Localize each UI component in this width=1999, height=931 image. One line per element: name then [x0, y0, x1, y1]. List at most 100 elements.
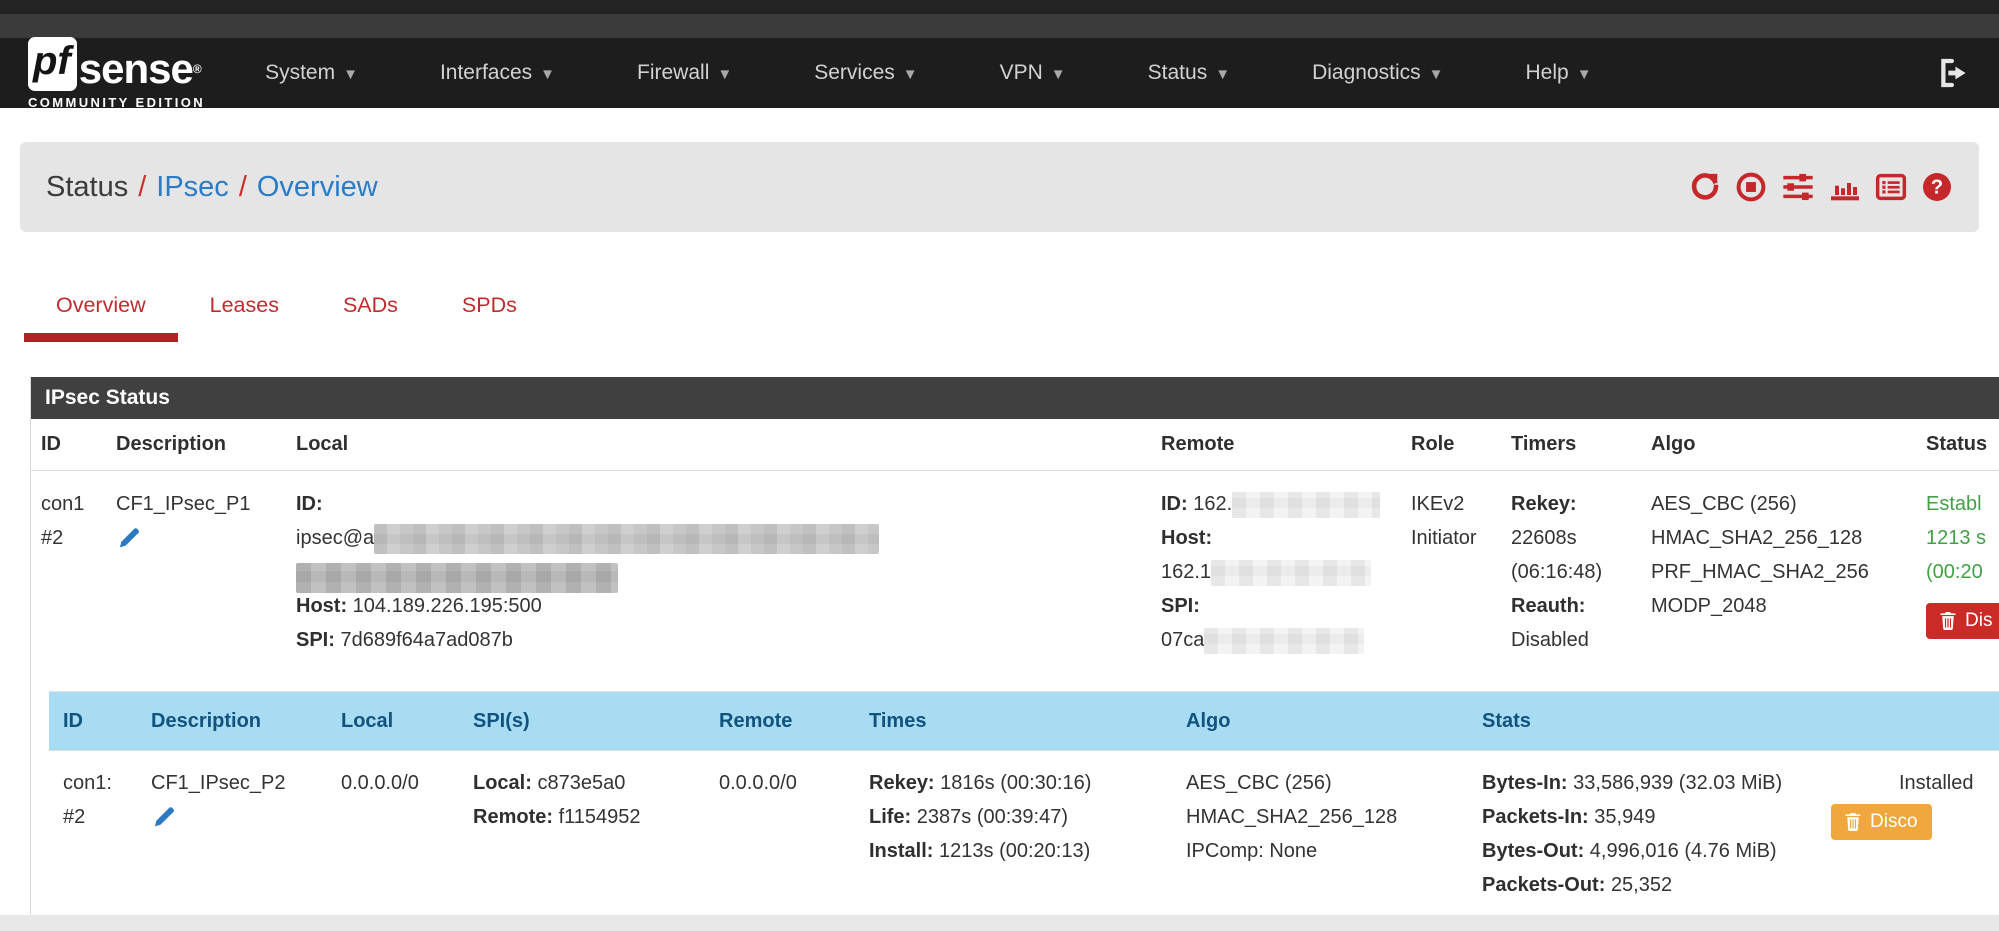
ike-sa-table: ID Description Local Remote Role Timers …: [31, 419, 1999, 920]
chevron-down-icon: ▼: [1051, 66, 1066, 83]
col-remote: Remote: [705, 692, 855, 751]
col-local: Local: [286, 419, 1151, 471]
table-header-row: ID Description Local Remote Role Timers …: [31, 419, 1999, 471]
window-title-strip: [0, 14, 1999, 38]
redacted-text: [1211, 560, 1371, 586]
ike-algo-cell: AES_CBC (256) HMAC_SHA2_256_128 PRF_HMAC…: [1641, 471, 1916, 680]
ike-description-cell: CF1_IPsec_P1: [106, 471, 286, 680]
col-id: ID: [31, 419, 106, 471]
disconnect-button[interactable]: Dis: [1926, 603, 1999, 639]
logo-sense-text: sense®: [79, 47, 201, 91]
child-remote-cell: 0.0.0.0/0: [705, 751, 855, 921]
nav-item-interfaces[interactable]: Interfaces▼: [440, 61, 555, 85]
child-description-cell: CF1_IPsec_P2: [137, 751, 327, 921]
child-header-row: ID Description Local SPI(s) Remote Times…: [49, 692, 1999, 751]
col-description: Description: [106, 419, 286, 471]
chevron-down-icon: ▼: [343, 66, 358, 83]
child-stats-cell: Bytes-In: 33,586,939 (32.03 MiB) Packets…: [1468, 751, 1817, 921]
redacted-text: [296, 563, 618, 593]
col-description: Description: [137, 692, 327, 751]
edit-pencil-icon[interactable]: [151, 804, 177, 830]
child-id-cell: con1: #2: [49, 751, 137, 921]
help-icon[interactable]: ?: [1921, 171, 1953, 203]
col-local: Local: [327, 692, 459, 751]
sliders-icon[interactable]: [1781, 171, 1815, 203]
col-actions: [1817, 692, 1999, 751]
nav-item-firewall[interactable]: Firewall▼: [637, 61, 732, 85]
tab-sads[interactable]: SADs: [311, 280, 430, 342]
ike-status-cell: Establ 1213 s (00:20 Dis: [1916, 471, 1999, 680]
registered-mark: ®: [193, 62, 201, 76]
tab-leases[interactable]: Leases: [178, 280, 311, 342]
ipsec-status-panel: IPsec Status ID Description Local Remote…: [30, 377, 1999, 921]
bar-chart-icon[interactable]: [1829, 171, 1861, 203]
ike-timers-cell: Rekey: 22608s (06:16:48) Reauth: Disable…: [1501, 471, 1641, 680]
breadcrumb-separator: /: [229, 171, 257, 203]
logo-edition-text: COMMUNITY EDITION: [28, 95, 205, 110]
ike-remote-cell: ID: 162. Host: 162.1 SPI: 07ca: [1151, 471, 1401, 680]
redacted-text: [374, 524, 879, 554]
child-times-cell: Rekey: 1816s (00:30:16) Life: 2387s (00:…: [855, 751, 1172, 921]
chevron-down-icon: ▼: [1215, 66, 1230, 83]
nav-item-services[interactable]: Services▼: [814, 61, 917, 85]
table-row: con1: #2 CF1_IPsec_P2 0.0.0.0/0 Local: c…: [49, 751, 1999, 921]
nav-item-vpn[interactable]: VPN▼: [1000, 61, 1066, 85]
chevron-down-icon: ▼: [1577, 66, 1592, 83]
col-algo: Algo: [1641, 419, 1916, 471]
col-status: Status: [1916, 419, 1999, 471]
col-stats: Stats: [1468, 692, 1817, 751]
pfsense-logo[interactable]: pf sense® COMMUNITY EDITION: [28, 37, 205, 110]
refresh-icon[interactable]: [1689, 171, 1721, 203]
col-algo: Algo: [1172, 692, 1468, 751]
trash-icon: [1940, 612, 1956, 630]
edit-pencil-icon[interactable]: [116, 525, 142, 551]
col-role: Role: [1401, 419, 1501, 471]
col-id: ID: [49, 692, 137, 751]
child-spi-cell: Local: c873e5a0 Remote: f1154952: [459, 751, 705, 921]
tab-spds[interactable]: SPDs: [430, 280, 549, 342]
stop-icon[interactable]: [1735, 171, 1767, 203]
child-local-cell: 0.0.0.0/0: [327, 751, 459, 921]
breadcrumb-link-ipsec[interactable]: IPsec: [156, 171, 229, 203]
disconnect-button[interactable]: Disco: [1831, 804, 1932, 840]
nav-item-status[interactable]: Status▼: [1148, 61, 1230, 85]
redacted-text: [1204, 628, 1364, 654]
status-text: Installed: [1899, 766, 1999, 800]
col-times: Times: [855, 692, 1172, 751]
chevron-down-icon: ▼: [717, 66, 732, 83]
page-footer-strip: [0, 915, 1999, 931]
child-status-cell: Installed Disco: [1817, 751, 1999, 921]
breadcrumb-bar: Status/IPsec/Overview ?: [20, 142, 1979, 232]
child-algo-cell: AES_CBC (256) HMAC_SHA2_256_128 IPComp: …: [1172, 751, 1468, 921]
child-sa-table: ID Description Local SPI(s) Remote Times…: [49, 691, 1999, 920]
redacted-text: [1232, 492, 1380, 518]
child-sa-container: ID Description Local SPI(s) Remote Times…: [31, 679, 1999, 920]
breadcrumb-link-overview[interactable]: Overview: [257, 171, 378, 203]
table-row: con1 #2 CF1_IPsec_P1 ID: ipsec@a Host: 1…: [31, 471, 1999, 680]
col-remote: Remote: [1151, 419, 1401, 471]
sign-out-icon[interactable]: [1937, 56, 1971, 90]
ike-id-cell: con1 #2: [31, 471, 106, 680]
chevron-down-icon: ▼: [540, 66, 555, 83]
breadcrumb-root: Status: [46, 171, 128, 203]
panel-title: IPsec Status: [31, 377, 1999, 419]
status-text: Establ 1213 s (00:20: [1926, 487, 1999, 589]
chevron-down-icon: ▼: [1429, 66, 1444, 83]
list-icon[interactable]: [1875, 171, 1907, 203]
col-timers: Timers: [1501, 419, 1641, 471]
breadcrumb-separator: /: [128, 171, 156, 203]
breadcrumb: Status/IPsec/Overview: [46, 171, 378, 204]
nav-item-help[interactable]: Help▼: [1525, 61, 1591, 85]
logo-pf-box: pf: [28, 37, 77, 91]
child-sa-row: ID Description Local SPI(s) Remote Times…: [31, 679, 1999, 920]
nav-item-diagnostics[interactable]: Diagnostics▼: [1312, 61, 1443, 85]
tab-overview[interactable]: Overview: [24, 280, 178, 342]
main-navbar: pf sense® COMMUNITY EDITION System▼ Inte…: [0, 38, 1999, 108]
page-action-icons: ?: [1689, 171, 1953, 203]
ike-role-cell: IKEv2 Initiator: [1401, 471, 1501, 680]
ike-local-cell: ID: ipsec@a Host: 104.189.226.195:500 SP…: [286, 471, 1151, 680]
svg-text:?: ?: [1931, 177, 1943, 199]
nav-item-system[interactable]: System▼: [265, 61, 358, 85]
chevron-down-icon: ▼: [903, 66, 918, 83]
trash-icon: [1845, 813, 1861, 831]
